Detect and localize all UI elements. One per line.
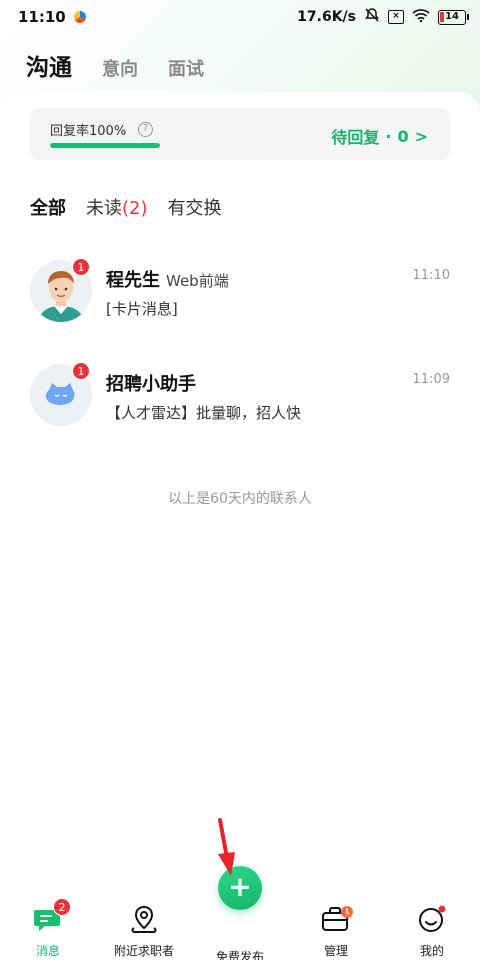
- message-preview: 【人才雷达】批量聊，招人快: [106, 404, 302, 422]
- nav-publish-label: 免费发布: [215, 950, 264, 960]
- bottom-nav: 2 消息 附近求职者 + 免费发布 管理 我的: [0, 866, 480, 960]
- app-notification-icon: [73, 11, 86, 23]
- filter-exchanged[interactable]: 有交换: [168, 194, 222, 220]
- pending-reply-count: 0: [397, 126, 409, 146]
- pending-reply-separator: ·: [385, 126, 392, 146]
- contact-name: 招聘小助手: [106, 374, 196, 395]
- filter-unread-label: 未读: [86, 198, 122, 219]
- reply-rate-progress-fill: [50, 143, 160, 148]
- reply-rate-progress: [50, 143, 160, 148]
- contact-name: 程先生: [106, 270, 160, 291]
- nav-messages[interactable]: 2 消息: [0, 896, 96, 960]
- reply-rate-label: 回复率100%: [50, 124, 127, 139]
- red-arrow-icon: [215, 818, 241, 886]
- tab-communicate[interactable]: 沟通: [26, 48, 72, 82]
- mute-bell-icon: [364, 7, 380, 27]
- nav-nearby-seekers[interactable]: 附近求职者: [96, 896, 192, 960]
- nav-manage[interactable]: 管理: [288, 896, 384, 960]
- tab-intention[interactable]: 意向: [102, 55, 138, 81]
- conversation-item[interactable]: 1 招聘小助手 11:09 【人才雷达】批量聊，招人快: [30, 362, 450, 428]
- filter-all[interactable]: 全部: [30, 194, 66, 220]
- briefcase-icon: [321, 904, 353, 934]
- messages-badge: 2: [53, 898, 71, 916]
- blue-cat-avatar-icon: 1: [30, 362, 92, 426]
- help-icon[interactable]: ?: [138, 122, 154, 137]
- battery-icon: 14: [438, 9, 469, 25]
- tab-interview[interactable]: 面试: [168, 55, 204, 81]
- header-tabs: 沟通 意向 面试: [26, 48, 204, 82]
- net-speed: 17.6K/s: [297, 9, 356, 25]
- unread-badge: 1: [72, 258, 90, 276]
- nav-manage-label: 管理: [323, 944, 348, 958]
- message-preview: [卡片消息]: [106, 300, 178, 318]
- smile-icon: [417, 904, 447, 934]
- status-bar: 11:10 17.6K/s × 14: [0, 0, 480, 34]
- filter-unread[interactable]: 未读(2): [86, 194, 148, 220]
- nav-nearby-label: 附近求职者: [113, 944, 174, 958]
- pending-reply-label: 待回复: [331, 128, 380, 147]
- wifi-icon: [412, 8, 430, 26]
- contact-role: Web前端: [166, 272, 229, 290]
- location-icon: [129, 904, 159, 934]
- man-avatar-icon: 1: [30, 258, 92, 322]
- filter-unread-count: (2): [122, 198, 148, 219]
- unread-badge: 1: [72, 362, 90, 380]
- nav-mine-label: 我的: [419, 944, 444, 958]
- message-time: 11:09: [412, 372, 450, 387]
- message-icon: 2: [33, 898, 71, 934]
- main-content: 回复率100% ? 待回复 · 0 > 全部 未读(2) 有交换 1 程先生 W…: [0, 92, 480, 892]
- pending-reply-button[interactable]: 待回复 · 0 >: [331, 124, 428, 148]
- chevron-right-icon: >: [414, 126, 428, 146]
- message-time: 11:10: [412, 268, 450, 283]
- filter-tabs: 全部 未读(2) 有交换: [30, 194, 222, 220]
- conversation-item[interactable]: 1 程先生 Web前端 11:10 [卡片消息]: [30, 258, 450, 324]
- nav-mine[interactable]: 我的: [384, 896, 480, 960]
- sim-off-icon: ×: [388, 10, 404, 24]
- status-time: 11:10: [18, 8, 66, 26]
- reply-rate-card: 回复率100% ? 待回复 · 0 >: [30, 108, 450, 160]
- nav-messages-label: 消息: [35, 944, 60, 958]
- contacts-footer-note: 以上是60天内的联系人: [168, 491, 312, 507]
- nav-free-publish[interactable]: + 免费发布: [192, 866, 288, 960]
